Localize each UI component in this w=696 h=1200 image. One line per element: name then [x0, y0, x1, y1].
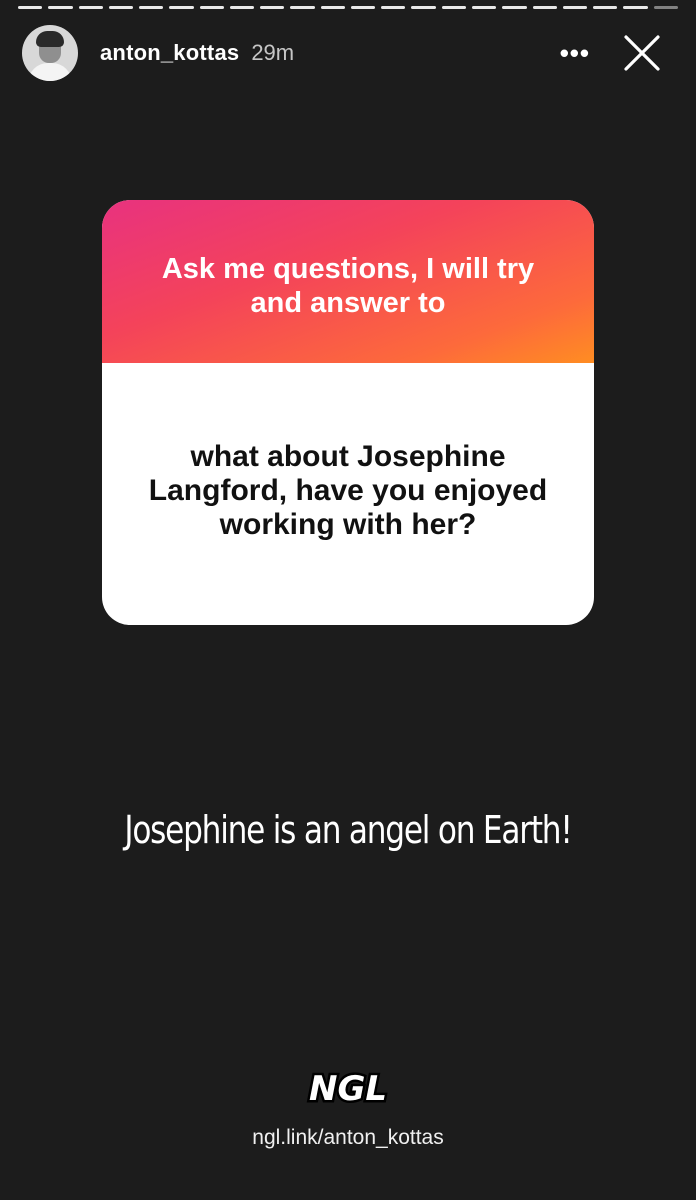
question-text: what about Josephine Langford, have you …	[148, 440, 548, 541]
more-horizontal-icon[interactable]: •••	[560, 40, 590, 66]
close-icon[interactable]	[620, 31, 664, 75]
progress-segment	[290, 6, 315, 9]
progress-segment	[139, 6, 164, 9]
question-sticker[interactable]: Ask me questions, I will try and answer …	[102, 200, 594, 625]
progress-segment	[260, 6, 285, 9]
ngl-logo[interactable]: NGL	[298, 1064, 398, 1111]
ngl-link[interactable]: ngl.link/anton_kottas	[0, 1126, 696, 1150]
progress-segment	[441, 6, 466, 9]
progress-segment	[471, 6, 497, 9]
username[interactable]: anton_kottas	[100, 40, 239, 66]
progress-segment	[562, 6, 588, 9]
progress-segment	[381, 6, 406, 9]
ngl-logo-text: NGL	[309, 1069, 387, 1109]
progress-segment	[623, 6, 648, 9]
progress-segment	[199, 6, 224, 9]
progress-segment	[229, 6, 255, 9]
progress-segment	[411, 6, 436, 9]
post-time: 29m	[251, 40, 295, 65]
progress-segment	[48, 6, 73, 9]
profile-avatar[interactable]	[22, 25, 78, 81]
progress-segment	[653, 6, 678, 9]
progress-segment	[532, 6, 557, 9]
progress-segment	[18, 6, 43, 9]
progress-segment	[78, 6, 103, 9]
story-header: anton_kottas 29m •••	[22, 24, 678, 82]
question-prompt-header: Ask me questions, I will try and answer …	[102, 200, 594, 363]
progress-segment	[593, 6, 618, 9]
progress-segment	[108, 6, 134, 9]
progress-segment	[502, 6, 527, 9]
answer-text: Josephine is an angel on Earth!	[124, 808, 572, 852]
progress-segment	[169, 6, 194, 9]
story-progress-bar	[18, 6, 678, 9]
question-body: what about Josephine Langford, have you …	[102, 363, 594, 625]
progress-segment	[320, 6, 345, 9]
progress-segment	[350, 6, 376, 9]
question-prompt: Ask me questions, I will try and answer …	[161, 252, 535, 319]
